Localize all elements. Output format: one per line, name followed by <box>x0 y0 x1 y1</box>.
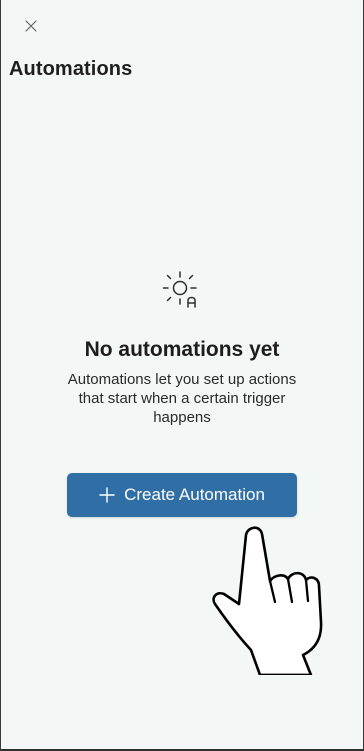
empty-state-title: No automations yet <box>84 338 280 361</box>
page-title: Automations <box>9 58 133 80</box>
close-icon <box>25 20 37 32</box>
hand-pointer-icon <box>212 526 323 675</box>
sun-automation-icon <box>162 271 197 308</box>
create-automation-button[interactable]: Create Automation <box>67 473 297 517</box>
close-button[interactable] <box>23 18 39 34</box>
plus-icon <box>99 487 115 503</box>
empty-state-description: Automations let you set up actions that … <box>67 371 297 426</box>
empty-state: No automations yet Automations let you s… <box>1 268 363 517</box>
create-automation-label: Create Automation <box>124 485 265 504</box>
automations-screen: Automations No automations yet Automatio… <box>0 0 364 751</box>
